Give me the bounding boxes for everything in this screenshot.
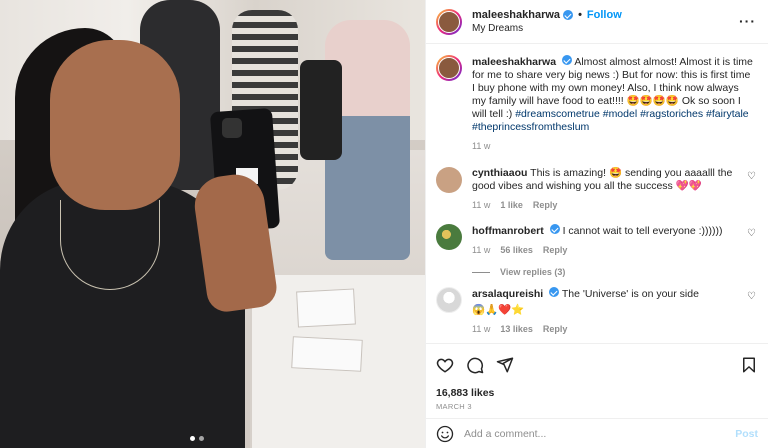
more-horizontal-icon[interactable]: ··· bbox=[739, 13, 756, 29]
comment-text: I cannot wait to tell everyone :)))))) bbox=[562, 225, 723, 237]
dot-separator: • bbox=[578, 9, 582, 21]
location-link[interactable]: My Dreams bbox=[472, 23, 622, 34]
heart-icon[interactable]: ♡ bbox=[747, 291, 756, 302]
carousel-dots bbox=[190, 436, 204, 441]
verified-badge-icon bbox=[561, 55, 572, 65]
avatar[interactable] bbox=[436, 287, 462, 313]
verified-badge-icon bbox=[549, 287, 560, 297]
display-card bbox=[296, 288, 356, 328]
avatar[interactable] bbox=[436, 55, 462, 81]
caption-time[interactable]: 11 w bbox=[472, 140, 490, 153]
caption: maleeshakharwa Almost almost almost! Alm… bbox=[436, 55, 758, 153]
carousel-dot bbox=[199, 436, 204, 441]
comment-likes[interactable]: 1 like bbox=[500, 199, 523, 212]
header-username[interactable]: maleeshakharwa bbox=[472, 9, 560, 21]
comment-item: arsalaqureishi The 'Universe' is on your… bbox=[436, 287, 758, 336]
comment-likes[interactable]: 56 likes bbox=[500, 244, 533, 257]
avatar[interactable] bbox=[436, 8, 462, 35]
reply-button[interactable]: Reply bbox=[543, 244, 568, 257]
comment-text: The 'Universe' is on your side bbox=[561, 288, 699, 300]
comment-time[interactable]: 11 w bbox=[472, 323, 490, 336]
comment-emojis: 😱🙏❤️⭐ bbox=[472, 304, 525, 316]
girl-face bbox=[50, 40, 180, 210]
comment-item: hoffmanrobert I cannot wait to tell ever… bbox=[436, 224, 758, 257]
reply-button[interactable]: Reply bbox=[533, 199, 558, 212]
reply-button[interactable]: Reply bbox=[543, 323, 568, 336]
post-button[interactable]: Post bbox=[735, 428, 758, 440]
post-photo[interactable] bbox=[0, 0, 425, 448]
view-replies-button[interactable]: View replies (3) bbox=[472, 267, 758, 277]
comment-username[interactable]: cynthiaaou bbox=[472, 167, 527, 179]
follow-button[interactable]: Follow bbox=[587, 9, 622, 21]
comment-input[interactable] bbox=[464, 427, 736, 440]
post-date[interactable]: MARCH 3 bbox=[436, 402, 758, 411]
verified-badge-icon bbox=[563, 10, 574, 20]
heart-icon[interactable]: ♡ bbox=[747, 228, 756, 239]
likes-count[interactable]: 16,883 likes bbox=[436, 387, 758, 399]
display-card bbox=[291, 336, 363, 372]
view-replies-label[interactable]: View replies (3) bbox=[500, 267, 565, 277]
phone-camera bbox=[222, 118, 242, 138]
post-actions: 16,883 likes MARCH 3 bbox=[426, 343, 768, 411]
comment-username[interactable]: arsalaqureishi bbox=[472, 288, 543, 300]
emoji-smile-icon[interactable] bbox=[436, 425, 454, 443]
comment-bubble-icon[interactable] bbox=[466, 356, 484, 374]
post-header: maleeshakharwa • Follow My Dreams ··· bbox=[426, 0, 768, 44]
carousel-dot-active bbox=[190, 436, 195, 441]
comment-item: cynthiaaou This is amazing! 🤩 sending yo… bbox=[436, 167, 758, 212]
comment-username[interactable]: hoffmanrobert bbox=[472, 225, 544, 237]
comment-likes[interactable]: 13 likes bbox=[500, 323, 533, 336]
replies-line bbox=[472, 271, 490, 273]
share-send-icon[interactable] bbox=[496, 356, 514, 374]
verified-badge-icon bbox=[549, 224, 560, 234]
add-comment-bar: Post bbox=[426, 418, 768, 448]
bookmark-icon[interactable] bbox=[740, 356, 758, 374]
comments-list[interactable]: maleeshakharwa Almost almost almost! Alm… bbox=[426, 45, 768, 342]
background-bag bbox=[300, 60, 342, 160]
heart-icon[interactable]: ♡ bbox=[747, 171, 756, 182]
like-heart-icon[interactable] bbox=[436, 356, 454, 374]
comment-time[interactable]: 11 w bbox=[472, 199, 490, 212]
avatar[interactable] bbox=[436, 167, 462, 193]
post-side-panel: maleeshakharwa • Follow My Dreams ··· ma… bbox=[425, 0, 768, 448]
avatar[interactable] bbox=[436, 224, 462, 250]
comment-time[interactable]: 11 w bbox=[472, 244, 490, 257]
caption-username[interactable]: maleeshakharwa bbox=[472, 56, 556, 68]
caption-hashtags[interactable]: #dreamscometrue #model #ragstoriches #fa… bbox=[472, 108, 749, 133]
